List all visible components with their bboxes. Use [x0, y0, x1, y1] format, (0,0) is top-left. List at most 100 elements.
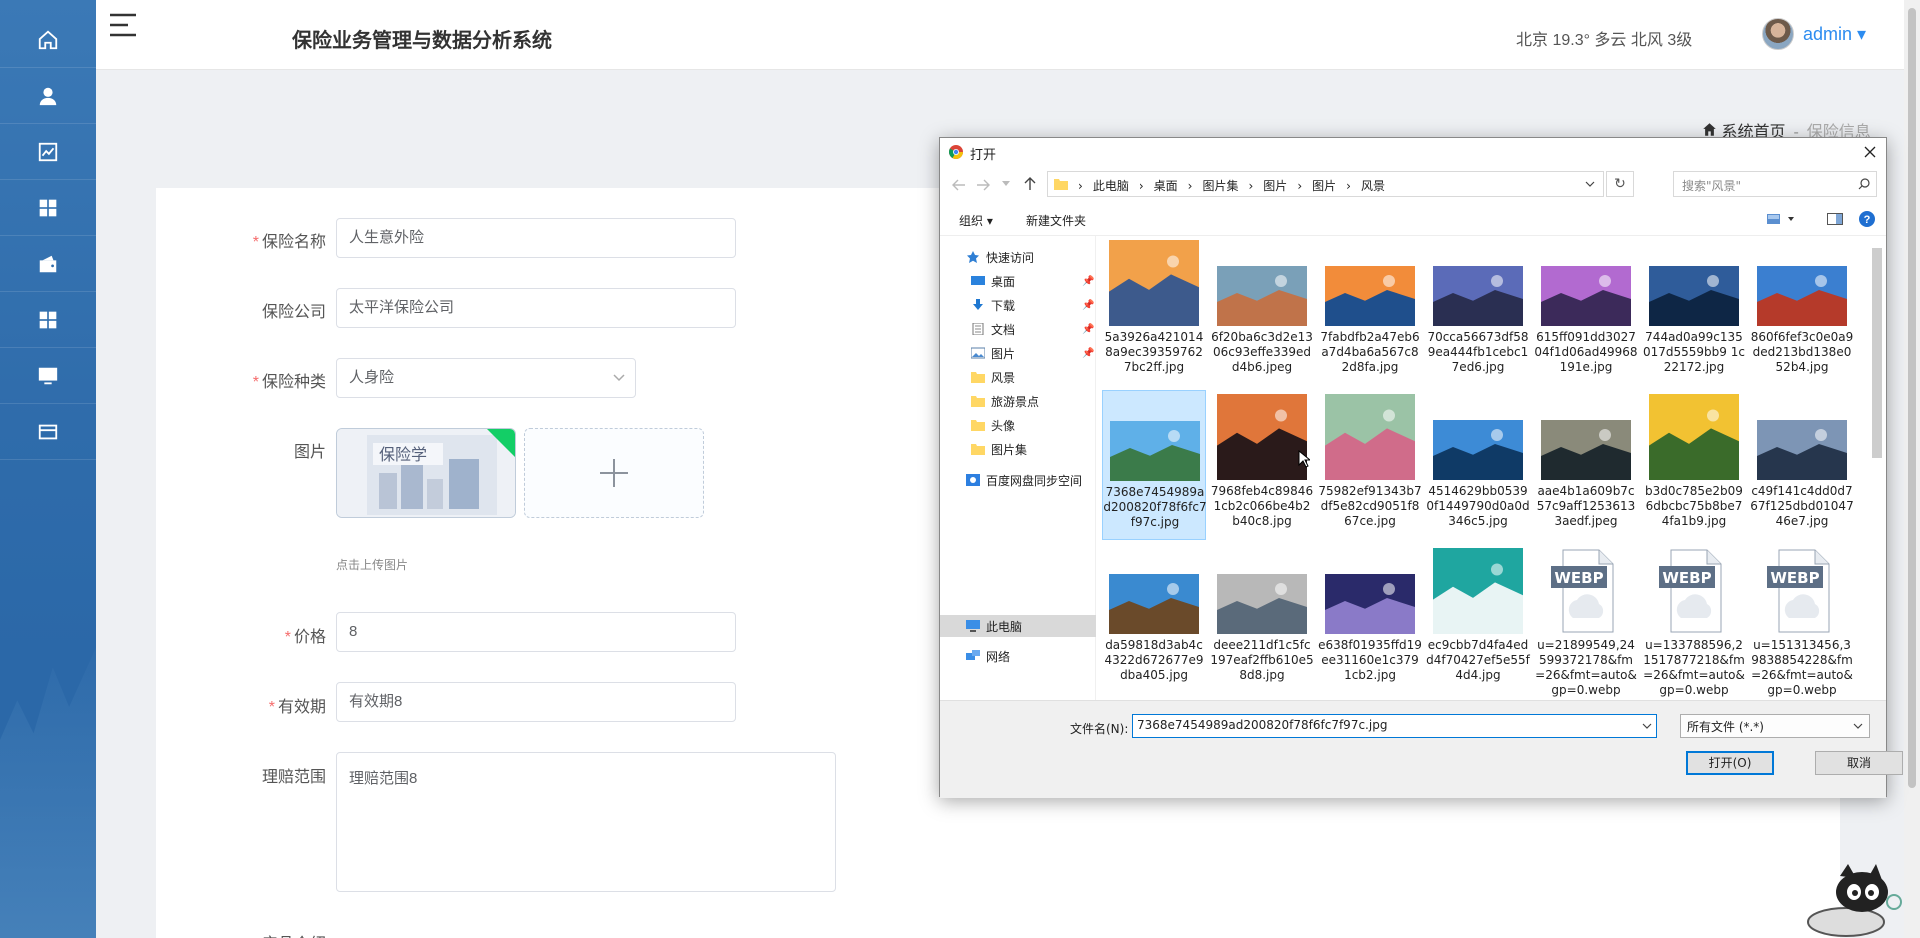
file-name: u=151313456,39838854228&fm=26&fmt=auto&g… — [1751, 638, 1853, 697]
sidebar-item-home[interactable] — [0, 12, 96, 68]
tree-item-network[interactable]: 网络 — [966, 647, 1010, 667]
file-type-select[interactable]: 所有文件 (*.*) — [1680, 714, 1870, 738]
tree-item-baidu-netdisk[interactable]: 百度网盘同步空间 — [966, 471, 1082, 491]
image-thumbnail — [1110, 421, 1200, 481]
filename-input[interactable]: 7368e7454989ad200820f78f6fc7f97c.jpg — [1132, 714, 1657, 738]
file-name: e638f01935ffd19ee31160e1c3791cb2.jpg — [1318, 638, 1422, 682]
chevron-down-icon[interactable] — [1585, 181, 1595, 187]
back-arrow-icon[interactable] — [952, 179, 966, 191]
sidebar-item-dashboard[interactable] — [0, 180, 96, 236]
uploaded-image-thumbnail[interactable]: 保险学 — [336, 428, 516, 518]
folder-icon — [971, 417, 985, 431]
add-image-button[interactable] — [524, 428, 704, 518]
file-tile[interactable]: da59818d3ab4c4322d672677e9dba405.jpg — [1102, 544, 1206, 694]
help-icon[interactable]: ? — [1859, 211, 1875, 227]
file-tile[interactable]: ec9cbb7d4fa4edd4f70427ef5e55f4d4.jpg — [1426, 544, 1530, 694]
price-label: * 价格 — [284, 629, 326, 646]
image-thumbnail — [1757, 420, 1847, 480]
file-tile[interactable]: 5a3926a4210148a9ec393597627bc2ff.jpg — [1102, 238, 1206, 386]
file-tile[interactable]: b3d0c785e2b096dbcbc75b8be74fa1b9.jpg — [1642, 390, 1746, 540]
avatar[interactable] — [1762, 18, 1794, 50]
file-open-dialog: 打开 › 此电脑 › 桌面 › 图片集 › 图片 › 图片 › 风景 ↻ 搜索"风景" 组织 ▾ 新建… — [939, 137, 1903, 798]
cat-mascot — [1806, 862, 1902, 938]
file-tile[interactable]: deee211df1c5fc197eaf2ffb610e58d8.jpg — [1210, 544, 1314, 694]
upload-hint: 点击上传图片 — [336, 558, 409, 572]
file-tile[interactable]: 70cca56673df589ea444fb1cebc17ed6.jpg — [1426, 238, 1530, 386]
file-tile[interactable]: 4514629bb05390f1449790d0a0d346c5.jpg — [1426, 390, 1530, 540]
tree-item-tourist-spots[interactable]: 旅游景点 — [971, 392, 1039, 412]
chart-line-icon — [37, 141, 59, 163]
tree-item-this-pc[interactable]: 此电脑 — [966, 617, 1022, 637]
tree-item-quick-access[interactable]: 快速访问 — [966, 248, 1034, 268]
address-bar[interactable]: › 此电脑 › 桌面 › 图片集 › 图片 › 图片 › 风景 — [1047, 171, 1604, 197]
file-tile[interactable]: 7fabdfb2a47eb6a7d4ba6a567c82d8fa.jpg — [1318, 238, 1422, 386]
up-arrow-icon[interactable] — [1024, 177, 1036, 191]
close-icon[interactable] — [1858, 140, 1882, 164]
file-tile[interactable]: 615ff091dd302704f1d06ad49968191e.jpg — [1534, 238, 1638, 386]
file-tile[interactable]: 860f6fef3c0e0a9ded213bd138e052b4.jpg — [1750, 238, 1854, 386]
sidebar-item-wallet[interactable] — [0, 236, 96, 292]
sidebar-item-user[interactable] — [0, 68, 96, 124]
tree-item-pictures[interactable]: 图片 — [970, 344, 1015, 364]
page-scrollbar[interactable] — [1904, 0, 1920, 938]
file-name: 615ff091dd302704f1d06ad49968191e.jpg — [1534, 330, 1638, 374]
sidebar-item-grid[interactable] — [0, 292, 96, 348]
insurance-company-label: 保险公司 — [261, 304, 326, 321]
file-tile[interactable]: 7368e7454989ad200820f78f6fc7f97c.jpg — [1102, 390, 1207, 540]
open-button[interactable]: 打开(O) — [1686, 751, 1774, 775]
file-tile[interactable]: 6f20ba6c3d2e1306c93effe339edd4b6.jpeg — [1210, 238, 1314, 386]
sidebar-item-card[interactable] — [0, 404, 96, 460]
image-thumbnail — [1757, 266, 1847, 326]
file-tile[interactable]: 75982ef91343b7df5e82cd9051f867ce.jpg — [1318, 390, 1422, 540]
star-icon — [966, 249, 980, 263]
cancel-button[interactable]: 取消 — [1815, 751, 1903, 775]
dialog-toolbar: 组织 ▾ 新建文件夹 ? — [940, 202, 1886, 236]
sidebar-item-chart[interactable] — [0, 124, 96, 180]
network-icon — [966, 648, 980, 660]
validity-label: * 有效期 — [268, 699, 326, 716]
dialog-titlebar[interactable]: 打开 — [940, 138, 1886, 166]
document-icon — [971, 321, 985, 336]
download-icon — [971, 297, 985, 310]
tree-item-picture-collection[interactable]: 图片集 — [971, 440, 1027, 460]
dialog-navbar: › 此电脑 › 桌面 › 图片集 › 图片 › 图片 › 风景 ↻ 搜索"风景" — [940, 166, 1886, 202]
sidebar — [0, 0, 96, 938]
tree-item-desktop[interactable]: 桌面 — [971, 272, 1015, 292]
file-list-scrollbar-thumb[interactable] — [1872, 248, 1882, 458]
chevron-down-icon[interactable] — [1642, 723, 1652, 729]
view-options-icon[interactable] — [1767, 213, 1795, 225]
tree-item-downloads[interactable]: 下载 — [971, 296, 1015, 316]
file-list-scrollbar[interactable] — [1868, 238, 1886, 700]
file-tile[interactable]: 744ad0a99c135017d5559bb9 1c22172.jpg — [1642, 238, 1746, 386]
file-name: da59818d3ab4c4322d672677e9dba405.jpg — [1104, 638, 1204, 682]
refresh-icon[interactable]: ↻ — [1606, 171, 1634, 197]
validity-input[interactable]: 有效期8 — [336, 682, 736, 722]
file-tile[interactable]: WEBP u=21899549,24599372178&fm=26&fmt=aut… — [1534, 544, 1638, 697]
tree-item-avatars[interactable]: 头像 — [971, 416, 1015, 436]
claims-textarea[interactable]: 理赔范围8 — [336, 752, 836, 892]
file-tile[interactable]: aae4b1a609b7c57c9aff12536133aedf.jpeg — [1534, 390, 1638, 540]
image-thumbnail — [1109, 240, 1199, 326]
insurance-company-input[interactable]: 太平洋保险公司 — [336, 288, 736, 328]
recent-dropdown-icon[interactable] — [1002, 181, 1010, 187]
price-input[interactable]: 8 — [336, 612, 736, 652]
preview-pane-icon[interactable] — [1827, 213, 1843, 225]
file-tile[interactable]: WEBP u=133788596,21517877218&fm=26&fmt=au… — [1642, 544, 1746, 697]
tree-item-scenery[interactable]: 风景 — [971, 368, 1015, 388]
file-tile[interactable]: WEBP u=151313456,39838854228&fm=26&fmt=au… — [1750, 544, 1854, 697]
user-menu[interactable]: admin ▾ — [1803, 24, 1866, 45]
sidebar-item-monitor[interactable] — [0, 348, 96, 404]
file-tile[interactable]: e638f01935ffd19ee31160e1c3791cb2.jpg — [1318, 544, 1422, 694]
folder-icon — [1054, 178, 1068, 190]
file-name: 5a3926a4210148a9ec393597627bc2ff.jpg — [1104, 330, 1204, 374]
menu-toggle-icon[interactable] — [110, 12, 136, 38]
tree-item-documents[interactable]: 文档 — [971, 320, 1015, 340]
forward-arrow-icon[interactable] — [976, 179, 990, 191]
organize-menu[interactable]: 组织 ▾ — [959, 212, 993, 229]
file-tile[interactable]: c49f141c4dd0d767f125dbd0104746e7.jpg — [1750, 390, 1854, 540]
search-input[interactable]: 搜索"风景" — [1673, 171, 1877, 197]
insurance-category-select[interactable]: 人身险 — [336, 358, 636, 398]
page-scrollbar-thumb[interactable] — [1908, 8, 1916, 788]
insurance-name-input[interactable]: 人生意外险 — [336, 218, 736, 258]
new-folder-button[interactable]: 新建文件夹 — [1026, 212, 1086, 229]
